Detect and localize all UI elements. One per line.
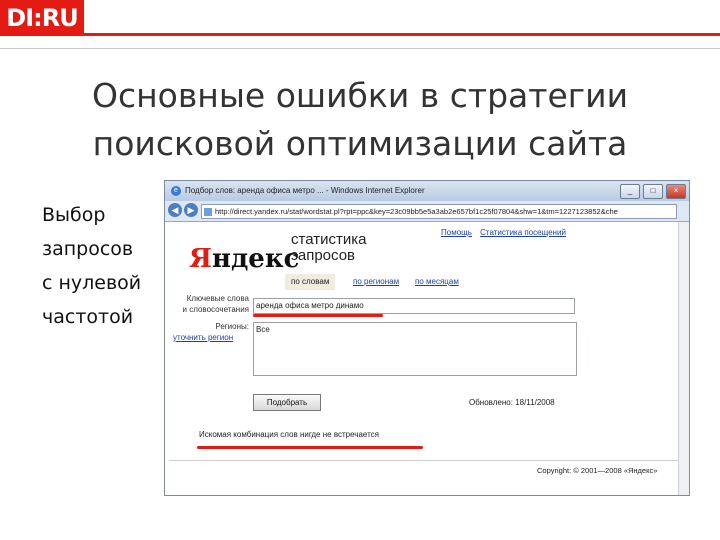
yandex-logo-rest: ндекс	[211, 244, 300, 274]
tab-by-months[interactable]: по месяцам	[409, 274, 465, 290]
yandex-logo[interactable]: Яндекс	[189, 244, 299, 274]
keywords-label-line-1: Ключевые слова	[186, 294, 249, 303]
page-icon	[204, 208, 212, 217]
maximize-button[interactable]: □	[643, 184, 663, 199]
message-underline	[197, 446, 423, 449]
regions-label: Регионы:	[215, 322, 249, 331]
top-links: Помощь Статистика посещений	[441, 228, 572, 237]
slide-title: Основные ошибки в стратегии поисковой оп…	[40, 72, 680, 168]
vertical-scrollbar[interactable]	[678, 222, 689, 495]
tab-by-words[interactable]: по словам	[285, 274, 336, 290]
diru-logo: DI:RU	[0, 0, 84, 36]
browser-window: e Подбор слов: аренда офиса метро ... - …	[164, 180, 690, 496]
browser-title: Подбор слов: аренда офиса метро ... - Wi…	[185, 186, 425, 195]
minimize-button[interactable]: _	[620, 184, 640, 199]
slide-bullet-text: Выбор запросов с нулевой частотой	[42, 204, 142, 328]
submit-button[interactable]: Подобрать	[253, 394, 321, 411]
help-link[interactable]: Помощь	[441, 228, 472, 237]
address-bar: ◀ ▶ http://direct.yandex.ru/stat/wordsta…	[165, 201, 689, 222]
stats-heading-line-2: запросов	[291, 247, 356, 264]
header-divider	[0, 48, 720, 49]
copyright-text: Copyright: © 2001—2008 «Яндекс»	[537, 466, 658, 475]
yandex-logo-first-letter: Я	[189, 244, 212, 274]
url-field[interactable]: http://direct.yandex.ru/stat/wordstat.pl…	[201, 204, 677, 219]
regions-input[interactable]: Все	[253, 322, 577, 376]
header-red-line	[84, 33, 720, 36]
ie-icon: e	[171, 186, 181, 196]
forward-arrow-icon[interactable]: ▶	[184, 203, 198, 217]
updated-date: Обновлено: 18/11/2008	[469, 398, 555, 407]
url-text: http://direct.yandex.ru/stat/wordstat.pl…	[215, 207, 618, 216]
visit-stats-link[interactable]: Статистика посещений	[480, 228, 566, 237]
stats-heading-line-1: статистика	[291, 231, 367, 248]
page-content: Яндекс статистика запросов Помощь Статис…	[165, 222, 689, 495]
no-results-message: Искомая комбинация слов нигде не встреча…	[199, 430, 379, 439]
keywords-input[interactable]: аренда офиса метро динамо	[253, 298, 575, 314]
tab-by-regions[interactable]: по регионам	[347, 274, 405, 290]
keywords-label-line-2: и словосочетания	[182, 305, 249, 314]
footer-divider	[169, 460, 685, 461]
keywords-underline	[253, 314, 383, 317]
close-button[interactable]: ×	[666, 184, 686, 199]
stats-heading: статистика запросов	[291, 232, 366, 264]
refine-region-link[interactable]: уточнить регион	[173, 333, 233, 342]
slide-title-line-1: Основные ошибки в стратегии	[91, 76, 629, 115]
back-arrow-icon[interactable]: ◀	[168, 203, 182, 217]
browser-titlebar: e Подбор слов: аренда офиса метро ... - …	[165, 181, 689, 201]
slide-title-line-2: поисковой оптимизации сайта	[92, 124, 628, 163]
